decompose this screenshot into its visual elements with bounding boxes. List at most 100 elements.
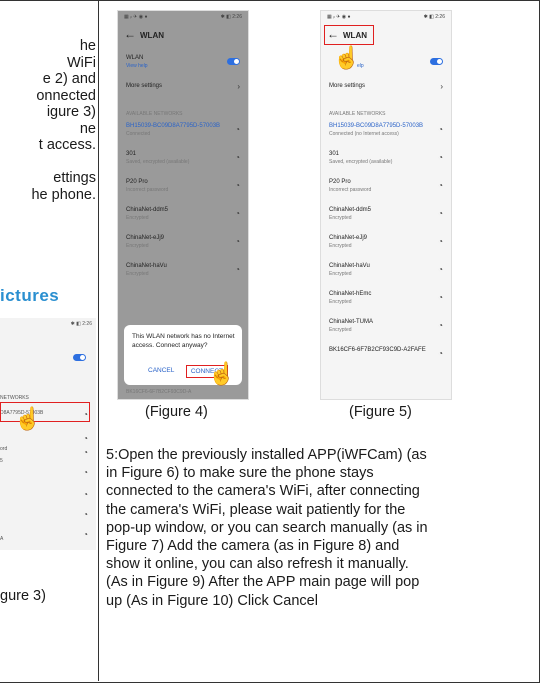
wifi-icon: ◔ bbox=[235, 153, 240, 162]
instruction-line: e 2) and bbox=[42, 71, 96, 87]
network-name: ChinaNet-eJj9 bbox=[329, 235, 368, 241]
wifi-icon: ◔ bbox=[438, 153, 443, 162]
wifi-icon: ◔ bbox=[235, 265, 240, 274]
network-status: ord bbox=[0, 446, 8, 452]
figure-5-caption: (Figure 5) bbox=[349, 404, 412, 420]
chevron-right-icon: › bbox=[237, 82, 240, 91]
wifi-icon: ◔ bbox=[438, 293, 443, 302]
figure-4-caption: (Figure 4) bbox=[145, 404, 208, 420]
network-name: ChinaNet-hEmc bbox=[329, 291, 372, 297]
left-instruction-text: he WiFi e 2) and onnected igure 3) ne t access… bbox=[0, 38, 96, 203]
highlight-box bbox=[324, 25, 374, 45]
network-name: 301 bbox=[126, 151, 137, 157]
more-settings: More settings bbox=[126, 83, 163, 89]
manual-page: he WiFi e 2) and onnected igure 3) ne t access… bbox=[0, 0, 541, 685]
network-name: ChinaNet-eJj9 bbox=[126, 235, 165, 241]
network-status: Encrypted bbox=[126, 243, 149, 249]
network-status: Saved, encrypted (available) bbox=[329, 159, 393, 165]
wifi-icon: ◔ bbox=[438, 265, 443, 274]
wifi-icon: ◔ bbox=[438, 209, 443, 218]
network-name: ChinaNet-ddm5 bbox=[329, 207, 372, 213]
network-name-partial: BK16CF6-6F7B2CF93C9D-A bbox=[126, 389, 192, 395]
pointing-hand-icon: ☝ bbox=[14, 406, 42, 431]
pictures-heading: ictures bbox=[0, 286, 60, 305]
network-name: ChinaNet-ddm5 bbox=[126, 207, 169, 213]
network-status: Encrypted bbox=[329, 243, 352, 249]
wifi-icon: ◔ bbox=[438, 125, 443, 134]
figure-5-screenshot: ▦ ᵢₗ ✈ ◉ ● ✱ ◧ 2:26 ← WLAN elp ☝ More se… bbox=[320, 10, 452, 400]
status-bar: ▦ ᵢₗ ✈ ◉ ● ✱ ◧ 2:26 bbox=[327, 14, 445, 22]
wlan-toggle bbox=[430, 58, 443, 65]
figure-3-screenshot: ✱ ◧ 2:26 NETWORKS D8A7795D-57003B ord 5 … bbox=[0, 318, 96, 550]
column-divider bbox=[98, 0, 99, 681]
wifi-icon: ◔ bbox=[438, 349, 443, 358]
network-status: Incorrect password bbox=[126, 187, 169, 193]
instruction-line: ettings bbox=[53, 170, 96, 186]
network-status: Incorrect password bbox=[329, 187, 372, 193]
chevron-right-icon: › bbox=[440, 82, 443, 91]
status-time: ✱ ◧ 2:26 bbox=[220, 14, 242, 20]
network-status: Encrypted bbox=[126, 215, 149, 221]
wifi-icon: ◔ bbox=[83, 448, 88, 457]
wifi-icon: ◔ bbox=[83, 530, 88, 539]
network-name: ChinaNet-haVu bbox=[329, 263, 370, 269]
view-help-link: View help bbox=[126, 63, 148, 69]
dialog-message: This WLAN network has no Internet access… bbox=[132, 333, 235, 349]
figure-4-screenshot: ▦ ᵢₗ ✈ ◉ ● ✱ ◧ 2:26 ← WLAN WLAN View hel… bbox=[117, 10, 249, 400]
instruction-line: ne bbox=[79, 120, 96, 137]
network-status: Encrypted bbox=[329, 215, 352, 221]
status-bar: ▦ ᵢₗ ✈ ◉ ● ✱ ◧ 2:26 bbox=[124, 14, 242, 22]
network-status: Encrypted bbox=[126, 271, 149, 277]
wifi-icon: ◔ bbox=[83, 510, 88, 519]
status-icons: ▦ ᵢₗ ✈ ◉ ● bbox=[124, 14, 148, 20]
network-name: A bbox=[0, 536, 4, 542]
wifi-icon: ◔ bbox=[438, 181, 443, 190]
network-status: Connected (no Internet access) bbox=[329, 131, 399, 137]
back-arrow-icon: ← bbox=[124, 27, 136, 41]
network-status: Saved, encrypted (available) bbox=[126, 159, 190, 165]
wlan-label: WLAN bbox=[126, 55, 144, 61]
cancel-button: CANCEL bbox=[148, 367, 175, 374]
instruction-line: onnected bbox=[36, 87, 96, 104]
wlan-toggle bbox=[73, 354, 86, 361]
status-bar: ✱ ◧ 2:26 bbox=[70, 321, 92, 327]
wifi-icon: ◔ bbox=[438, 321, 443, 330]
status-time: ✱ ◧ 2:26 bbox=[423, 14, 445, 20]
network-status: Encrypted bbox=[329, 299, 352, 305]
network-name: 301 bbox=[329, 151, 340, 157]
network-name: ChinaNet-TUMA bbox=[329, 319, 374, 325]
wifi-icon: ◔ bbox=[235, 209, 240, 218]
network-name: ChinaNet-haVu bbox=[126, 263, 167, 269]
instruction-line: he phone. bbox=[31, 186, 96, 203]
network-name: 5 bbox=[0, 458, 3, 464]
networks-label: NETWORKS bbox=[0, 395, 29, 401]
wifi-icon: ◔ bbox=[83, 410, 88, 419]
wifi-icon: ◔ bbox=[83, 490, 88, 499]
wifi-icon: ◔ bbox=[235, 181, 240, 190]
screen-title: WLAN bbox=[140, 31, 164, 40]
network-status: Encrypted bbox=[329, 327, 352, 333]
step-5-instructions: 5:Open the previously installed APP(iWFC… bbox=[106, 447, 428, 609]
instruction-line: WiFi bbox=[67, 54, 96, 71]
wifi-icon: ◔ bbox=[438, 237, 443, 246]
instruction-line bbox=[0, 154, 96, 171]
instruction-line: igure 3) bbox=[46, 104, 96, 120]
wifi-icon: ◔ bbox=[235, 237, 240, 246]
network-name: BH15039-BC09D8A7795D-57003B bbox=[126, 123, 221, 129]
network-name: P20 Pro bbox=[126, 179, 148, 185]
pointing-hand-icon: ☝ bbox=[333, 45, 361, 70]
wifi-icon: ◔ bbox=[235, 125, 240, 134]
available-networks-label: AVAILABLE NETWORKS bbox=[329, 111, 386, 117]
instruction-line: he bbox=[79, 38, 96, 54]
wifi-icon: ◔ bbox=[83, 434, 88, 443]
network-name: BH15039-BC09D8A7795D-57003B bbox=[329, 123, 424, 129]
wlan-toggle bbox=[227, 58, 240, 65]
figure-3-caption: gure 3) bbox=[0, 588, 46, 604]
pointing-hand-icon: ☝ bbox=[208, 361, 236, 386]
wifi-icon: ◔ bbox=[83, 468, 88, 477]
more-settings: More settings bbox=[329, 83, 366, 89]
instruction-line: t access. bbox=[38, 137, 96, 153]
available-networks-label: AVAILABLE NETWORKS bbox=[126, 111, 183, 117]
status-icons: ▦ ᵢₗ ✈ ◉ ● bbox=[327, 14, 351, 20]
network-name: BK16CF6-6F7B2CF93C9D-A2FAFE bbox=[329, 347, 426, 353]
